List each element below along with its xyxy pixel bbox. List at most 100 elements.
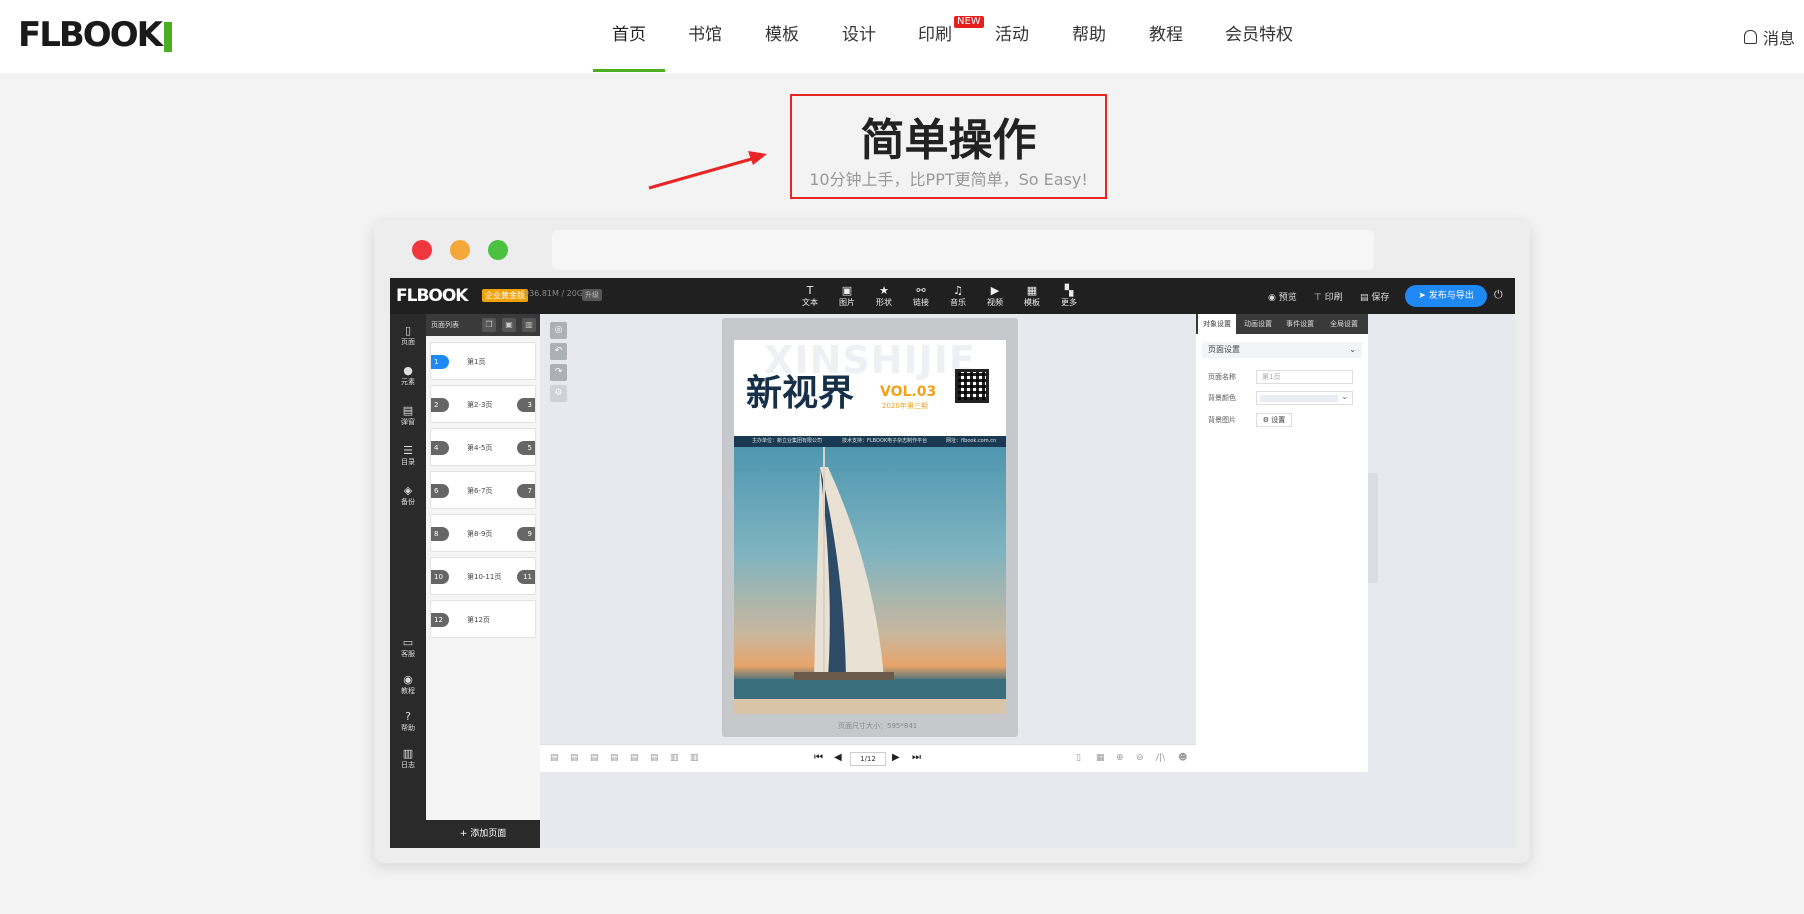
upgrade-button[interactable]: 升级 (582, 289, 602, 301)
tool-image[interactable]: ▣ 图片 (832, 284, 862, 308)
page-settings-section[interactable]: 页面设置 ⌄ (1202, 342, 1362, 358)
copy-icon[interactable]: ❐ (482, 318, 496, 332)
properties-panel: 对象设置 动画设置 事件设置 全局设置 页面设置 ⌄ 页面名称 第1页 背景颜色 … (1196, 314, 1368, 772)
hero-subtitle: 10分钟上手，比PPT更简单，So Easy! (809, 170, 1088, 189)
elements-icon: ● (403, 364, 413, 377)
undo-icon[interactable]: ↶ (550, 343, 567, 360)
nav-tutorial[interactable]: 教程 (1136, 0, 1196, 73)
editor-logo: FLBOOK (396, 286, 468, 306)
tool-music[interactable]: ♫ 音乐 (943, 284, 973, 308)
align-center-icon[interactable]: ▤ (570, 753, 579, 763)
preview-button[interactable]: ◉ 预览 (1268, 290, 1297, 303)
page-thumb[interactable]: 2 第2-3页 3 (430, 385, 536, 423)
page-thumb[interactable]: 12 第12页 (430, 600, 536, 638)
sidebar-item-help[interactable]: ? 帮助 (390, 710, 426, 733)
face-icon[interactable]: ☻ (1178, 753, 1187, 763)
next-page-icon[interactable]: ▶ (892, 752, 900, 763)
sidebar-item-elements[interactable]: ● 元素 (390, 364, 426, 387)
tool-text[interactable]: T 文本 (795, 284, 825, 308)
tool-more[interactable]: ▚ 更多 (1054, 284, 1084, 308)
sidebar-item-popup[interactable]: ▤ 弹窗 (390, 404, 426, 427)
tab-animation-settings[interactable]: 动画设置 (1238, 314, 1278, 334)
nav-print[interactable]: 印刷 (905, 0, 965, 73)
bell-icon (1744, 30, 1757, 44)
magazine-title[interactable]: 新视界 (746, 364, 854, 416)
align-left-icon[interactable]: ▤ (550, 753, 559, 763)
publish-export-button[interactable]: ➤ 发布与导出 (1405, 285, 1487, 307)
zoom-in-icon[interactable]: ⊕ (1116, 753, 1124, 763)
sidebar-item-backup[interactable]: ◈ 备份 (390, 484, 426, 507)
nav-templates[interactable]: 模板 (752, 0, 812, 73)
page-thumb[interactable]: 4 第4-5页 5 (430, 428, 536, 466)
nav-help[interactable]: 帮助 (1059, 0, 1119, 73)
new-badge: NEW (954, 16, 984, 28)
align-middle-icon[interactable]: ▤ (630, 753, 639, 763)
last-page-icon[interactable]: ⏭ (912, 752, 921, 763)
magazine-issue[interactable]: 2020年第三期 (882, 401, 928, 411)
cover-photo[interactable] (734, 447, 1006, 714)
distribute-v-icon[interactable]: ▥ (690, 753, 699, 763)
sidebar-item-log[interactable]: ▥ 日志 (390, 747, 426, 770)
nav-library[interactable]: 书馆 (675, 0, 735, 73)
tool-video[interactable]: ▶ 视频 (980, 284, 1010, 308)
add-page-button[interactable]: + 添加页面 (426, 820, 540, 848)
page-name-input[interactable]: 第1页 (1256, 370, 1353, 384)
tab-object-settings[interactable]: 对象设置 (1198, 314, 1236, 334)
page-thumb[interactable]: 8 第8-9页 9 (430, 514, 536, 552)
prev-page-icon[interactable]: ◀ (834, 752, 842, 763)
file-icon[interactable]: ▯ (1076, 753, 1081, 763)
page-number-input[interactable]: 1/12 (850, 752, 886, 766)
print-button[interactable]: ⊤ 印刷 (1314, 290, 1343, 303)
sidebar-item-toc[interactable]: ☰ 目录 (390, 444, 426, 467)
link-icon: ⚯ (916, 284, 926, 297)
page-list-header: 页面列表 ❐ ▣ ▥ (426, 314, 540, 336)
target-icon[interactable]: ◎ (550, 322, 567, 339)
messages-link[interactable]: 消息 (1744, 25, 1795, 49)
help-icon: ? (405, 710, 411, 723)
layers-icon: ◈ (403, 484, 413, 497)
nav-home[interactable]: 首页 (593, 0, 665, 73)
magazine-page[interactable]: XINSHIJIE 新视界 VOL.03 2020年第三期 主办单位：新立业集团… (734, 340, 1006, 714)
redo-icon[interactable]: ↷ (550, 364, 567, 381)
tab-global-settings[interactable]: 全局设置 (1322, 314, 1366, 334)
bg-color-picker[interactable]: ⌄ (1256, 391, 1353, 405)
align-top-icon[interactable]: ▤ (610, 753, 619, 763)
text-icon: T (806, 284, 814, 297)
align-right-icon[interactable]: ▤ (590, 753, 599, 763)
sidebar-item-tutorial[interactable]: ◉ 教程 (390, 673, 426, 696)
magazine-volume[interactable]: VOL.03 (880, 384, 936, 400)
sidebar-item-support[interactable]: ▭ 客服 (390, 636, 426, 659)
sidebar-item-pages[interactable]: ▯ 页面 (390, 324, 426, 347)
first-page-icon[interactable]: ⏮ (814, 752, 823, 763)
editor-toolbar: FLBOOK 企业黄金版 936.81M / 20G 升级 T 文本 ▣ 图片 ★ 形… (390, 278, 1515, 314)
address-bar (552, 230, 1374, 270)
magazine-info-bar[interactable]: 主办单位：新立业集团有限公司 技术支持：FLBOOK电子杂志制作平台 网址：fl… (734, 436, 1006, 447)
save-button[interactable]: ▤ 保存 (1360, 290, 1389, 303)
music-icon: ♫ (953, 284, 963, 297)
bottom-toolbar: ▤ ▤ ▤ ▤ ▤ ▤ ▥ ▥ ⏮ ◀ 1/12 ▶ ⏭ ▯ ▦ ⊕ ⊖ /|\… (540, 744, 1196, 772)
grid-icon[interactable]: ▦ (1096, 753, 1105, 763)
tool-shape[interactable]: ★ 形状 (869, 284, 899, 308)
power-icon[interactable]: ⏻ (1494, 288, 1503, 302)
trash-icon[interactable]: ▥ (522, 318, 536, 332)
tool-template[interactable]: ▦ 模板 (1017, 284, 1047, 308)
tab-event-settings[interactable]: 事件设置 (1280, 314, 1320, 334)
settings-icon[interactable]: ⚙ (550, 385, 567, 402)
zoom-out-icon[interactable]: ⊖ (1136, 753, 1144, 763)
bg-image-settings-button[interactable]: ⚙ 设置 (1256, 413, 1292, 427)
ruler-icon[interactable]: /|\ (1156, 753, 1165, 763)
tool-link[interactable]: ⚯ 链接 (906, 284, 936, 308)
align-bottom-icon[interactable]: ▤ (650, 753, 659, 763)
nav-membership[interactable]: 会员特权 (1218, 0, 1300, 73)
qr-code-icon[interactable] (955, 369, 989, 403)
distribute-h-icon[interactable]: ▥ (670, 753, 679, 763)
page-thumb[interactable]: 10 第10-11页 11 (430, 557, 536, 595)
bg-color-label: 背景颜色 (1208, 394, 1236, 402)
page-thumb[interactable]: 6 第6-7页 7 (430, 471, 536, 509)
site-logo[interactable]: FLBOOK (18, 14, 172, 56)
duplicate-icon[interactable]: ▣ (502, 318, 516, 332)
page-thumb[interactable]: 1 第1页 (430, 342, 536, 380)
nav-design[interactable]: 设计 (829, 0, 889, 73)
top-navbar: FLBOOK 首页 书馆 模板 设计 印刷 活动 帮助 教程 会员特权 NEW … (0, 0, 1804, 73)
nav-events[interactable]: 活动 (982, 0, 1042, 73)
